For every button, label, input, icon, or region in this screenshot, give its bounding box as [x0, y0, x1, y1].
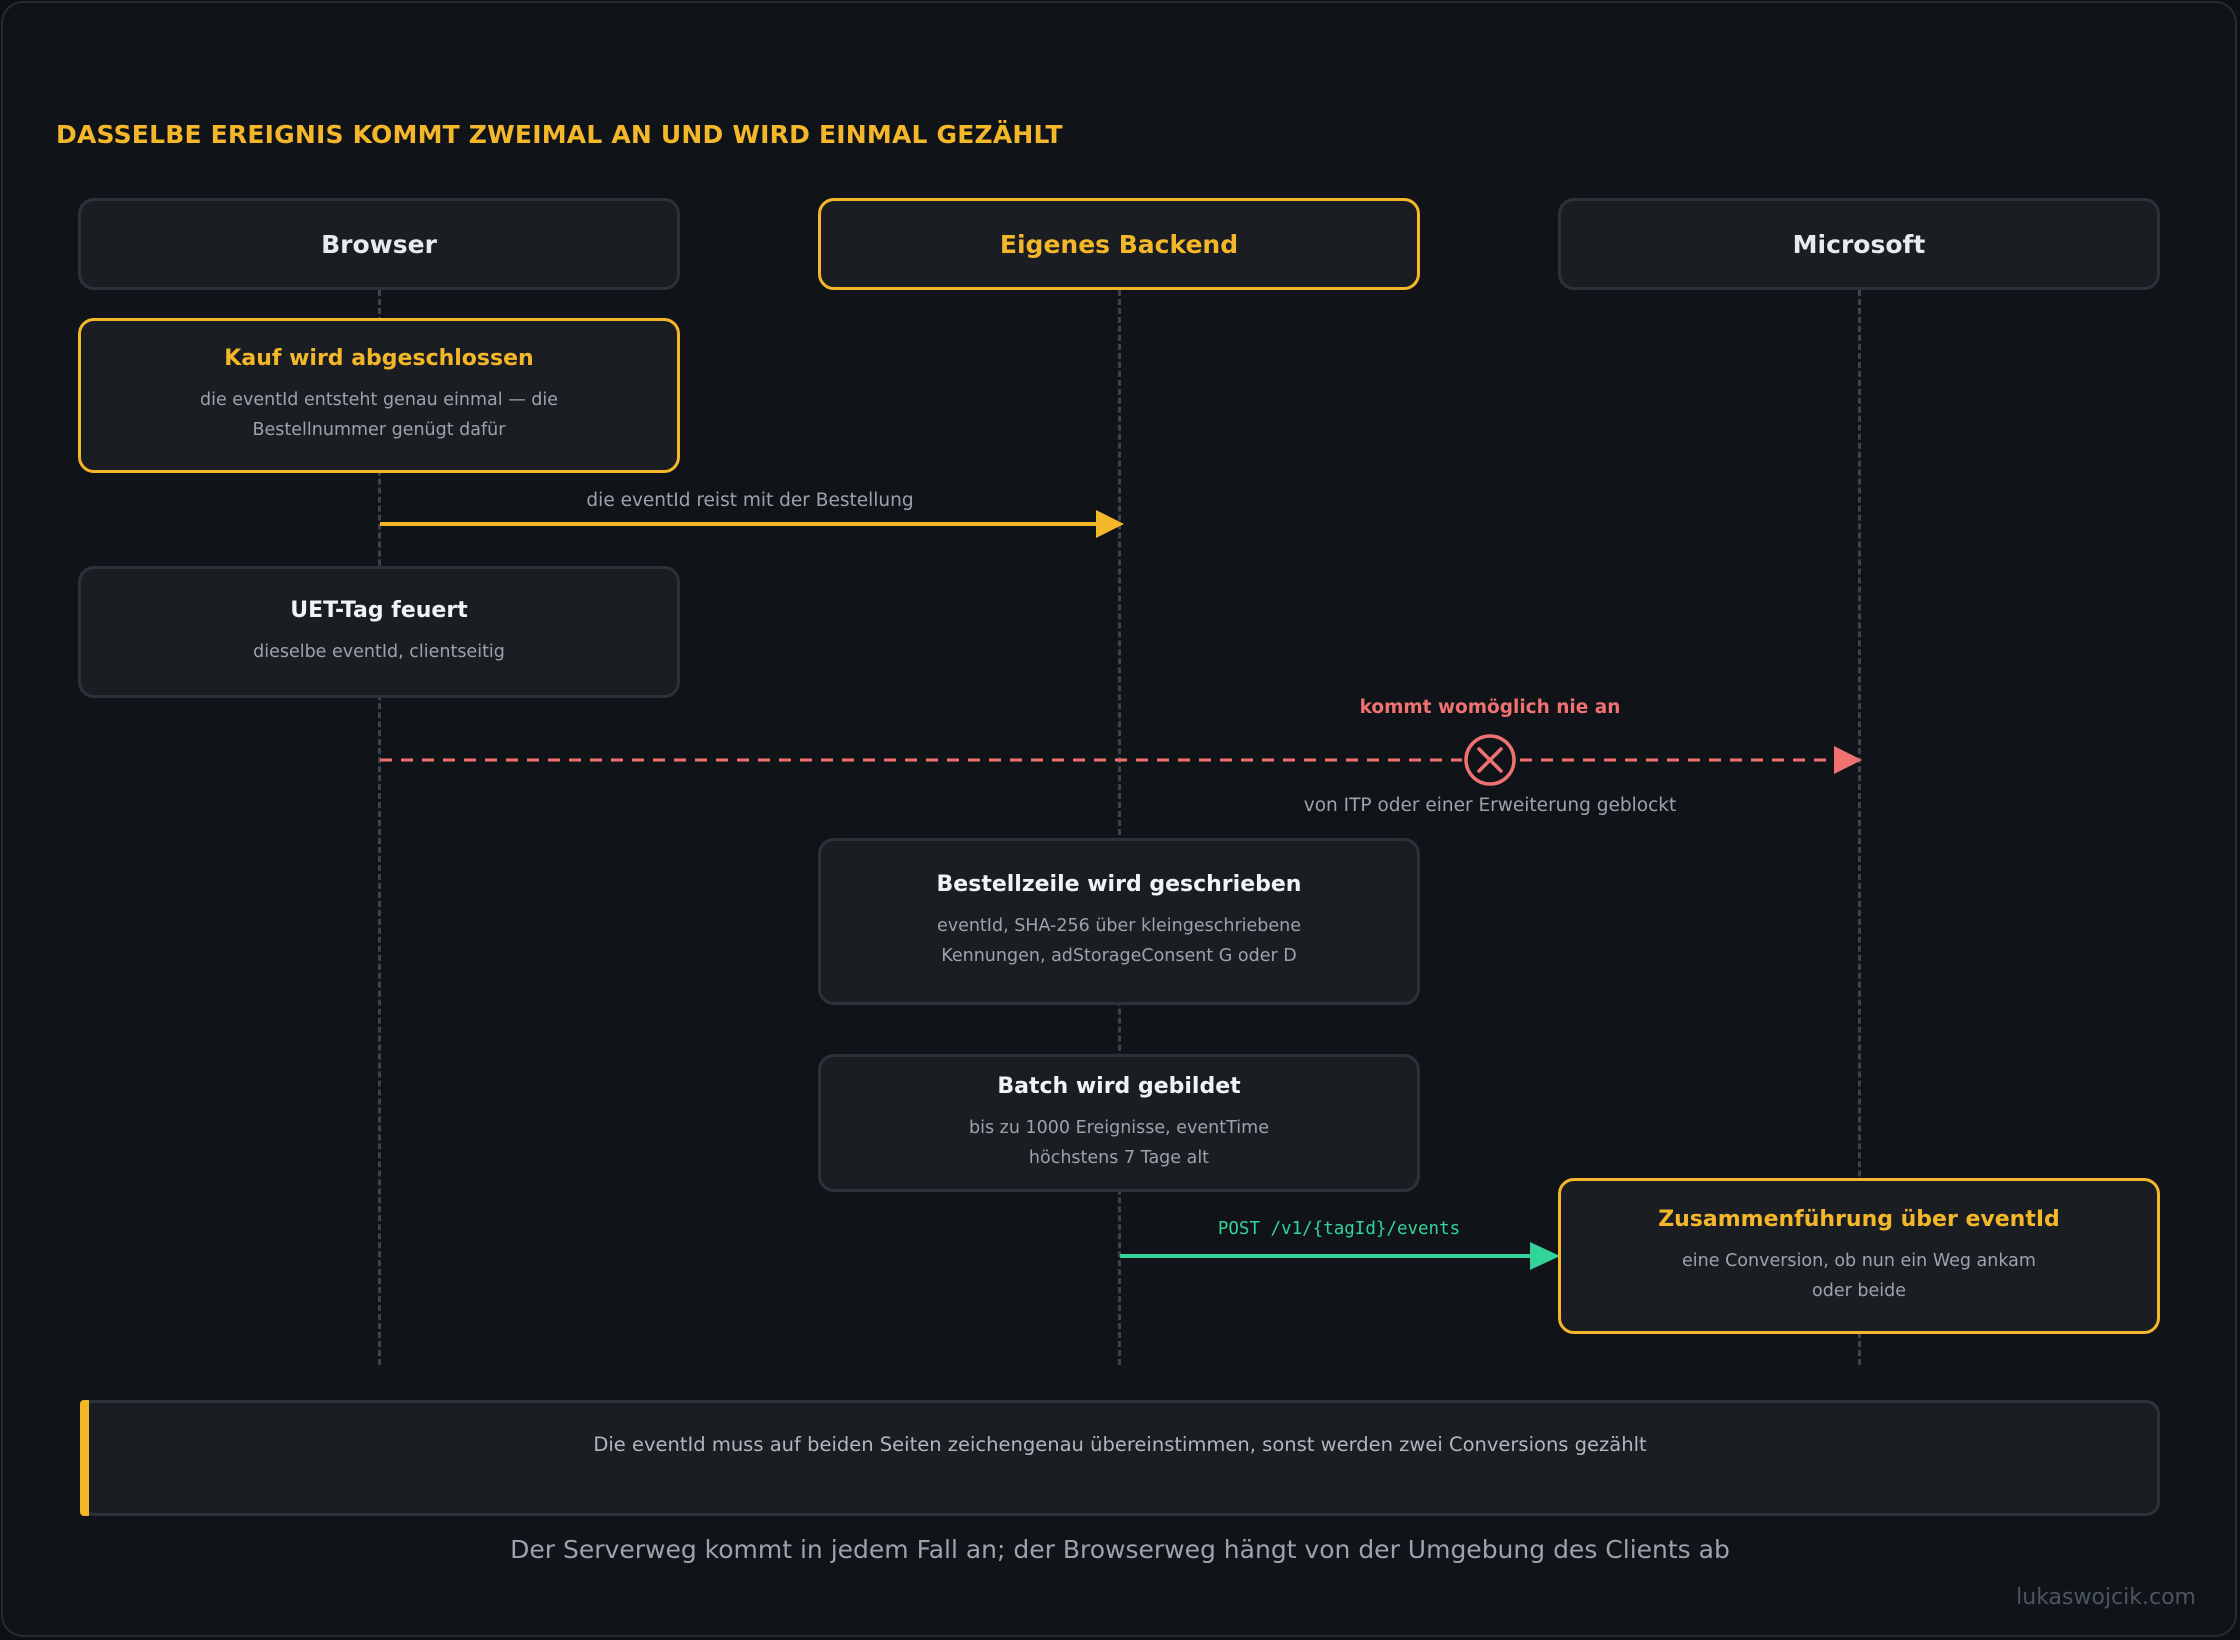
- arrow-order-head: [1096, 510, 1124, 538]
- lane-header-backend: Eigenes Backend: [818, 198, 1420, 290]
- step-kauf: Kauf wird abgeschlossen die eventId ents…: [78, 318, 680, 473]
- step-uet-title: UET-Tag feuert: [290, 597, 468, 623]
- message-order-label: die eventId reist mit der Bestellung: [586, 490, 914, 511]
- lane-title-microsoft: Microsoft: [1792, 229, 1926, 259]
- step-uet-sub: dieselbe eventId, clientseitig: [253, 641, 505, 662]
- step-bestellzeile-title: Bestellzeile wird geschrieben: [936, 872, 1302, 897]
- lane-header-microsoft: Microsoft: [1558, 198, 2160, 290]
- lane-title-backend: Eigenes Backend: [999, 229, 1239, 259]
- step-batch-sub: bis zu 1000 Ereignisse, eventTime höchst…: [969, 1117, 1269, 1168]
- message-blocked-label: kommt womöglich nie an: [1359, 697, 1621, 718]
- blocked-x-icon: [1464, 734, 1516, 786]
- lane-title-browser: Browser: [321, 229, 437, 259]
- callout-text: Die eventId muss auf beiden Seiten zeich…: [593, 1433, 1647, 1456]
- step-bestellzeile-sub: eventId, SHA-256 über kleingeschriebene …: [936, 916, 1302, 966]
- diagram-caption: Der Serverweg kommt in jedem Fall an; de…: [510, 1535, 1730, 1564]
- step-batch-title: Batch wird gebildet: [997, 1073, 1241, 1099]
- step-merge-title: Zusammenführung über eventId: [1658, 1206, 2060, 1232]
- callout-accent-bar: [80, 1400, 89, 1516]
- step-merge-sub: eine Conversion, ob nun ein Weg ankam od…: [1682, 1250, 2036, 1301]
- message-post-label: POST /v1/{tagId}/events: [1217, 1219, 1461, 1239]
- message-blocked-reason: von ITP oder einer Erweiterung geblockt: [1303, 795, 1677, 816]
- watermark: lukaswojcik.com: [2016, 1585, 2196, 1610]
- callout-note: Die eventId muss auf beiden Seiten zeich…: [80, 1400, 2160, 1516]
- step-bestellzeile: Bestellzeile wird geschrieben eventId, S…: [818, 838, 1420, 1005]
- arrow-blocked-head: [1834, 746, 1862, 774]
- arrow-post-head: [1530, 1242, 1560, 1270]
- step-kauf-title: Kauf wird abgeschlossen: [224, 346, 534, 371]
- step-kauf-sub: die eventId entsteht genau einmal — die …: [199, 390, 558, 440]
- step-uet: UET-Tag feuert dieselbe eventId, clients…: [78, 566, 680, 698]
- step-batch: Batch wird gebildet bis zu 1000 Ereignis…: [818, 1054, 1420, 1192]
- lane-header-browser: Browser: [78, 198, 680, 290]
- step-merge: Zusammenführung über eventId eine Conver…: [1558, 1178, 2160, 1334]
